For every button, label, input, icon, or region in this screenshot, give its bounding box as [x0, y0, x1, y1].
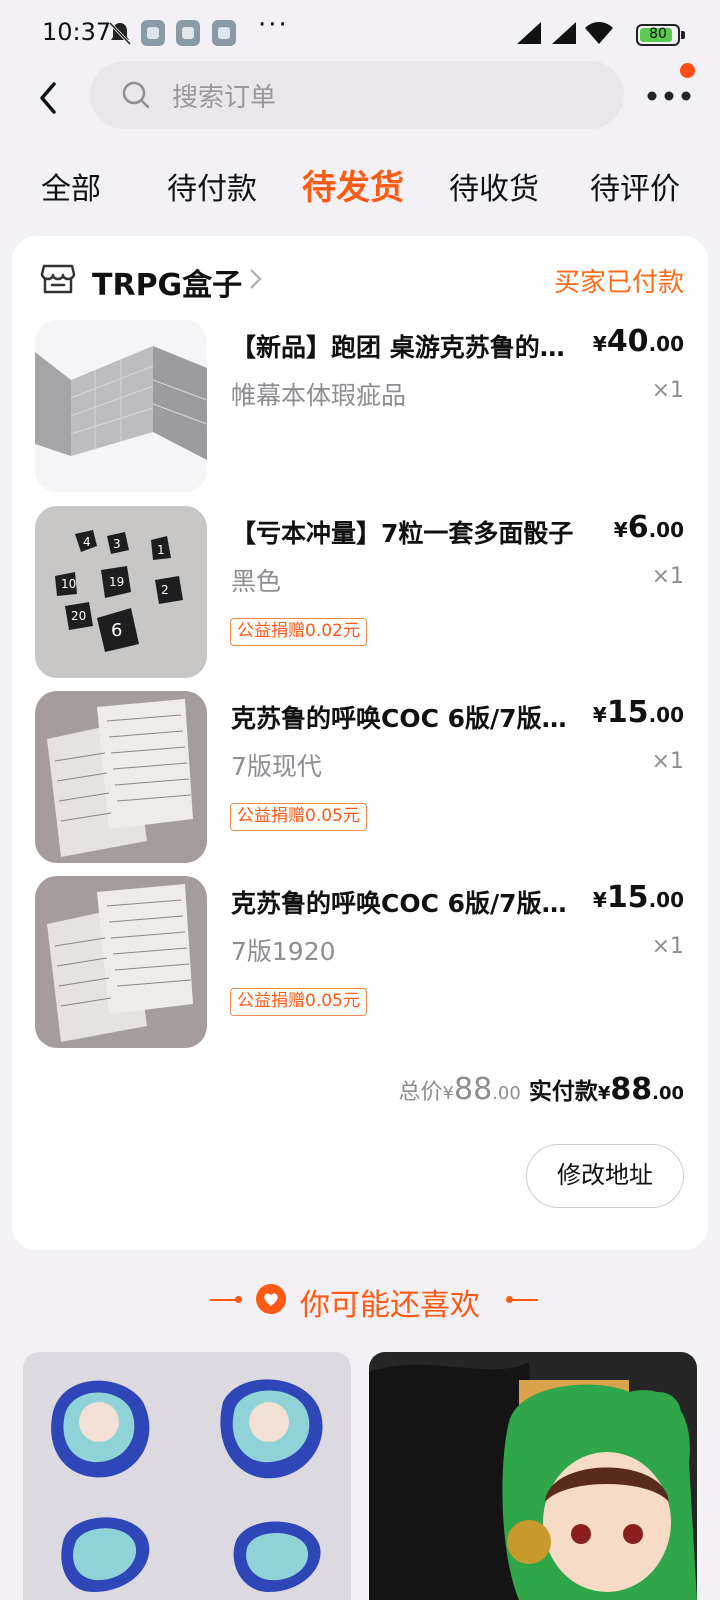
order-item[interactable]: 【新品】跑团 桌游克苏鲁的呼唤 ¥40.00 帷幕本体瑕疵品 ×1 [12, 320, 708, 496]
product-image [35, 691, 207, 863]
back-icon[interactable] [34, 76, 74, 120]
search-icon [122, 81, 150, 109]
paid-amount: 88 [610, 1072, 653, 1107]
decorative-line [506, 1296, 538, 1303]
shop-name[interactable]: TRPG盒子 [92, 260, 242, 304]
paid-currency: ¥ [597, 1083, 611, 1104]
cell-signal-icon [517, 22, 541, 44]
item-variant: 帷幕本体瑕疵品 [231, 381, 407, 410]
order-item[interactable]: 克苏鲁的呼唤COC 6版/7版人物卡 ¥15.00 7版1920 ×1 公益捐赠… [12, 876, 708, 1052]
item-quantity: ×1 [651, 749, 684, 774]
item-quantity: ×1 [651, 934, 684, 959]
more-notifications-icon: ··· [258, 10, 289, 40]
cell-signal-icon [552, 22, 576, 44]
item-title: 【新品】跑团 桌游克苏鲁的呼唤 [231, 333, 587, 362]
item-quantity: ×1 [651, 378, 684, 403]
paid-decimals: .00 [652, 1083, 684, 1104]
app-notification-icon [176, 20, 200, 46]
tab-pending-review[interactable]: 待评价 [590, 164, 680, 208]
svg-text:3: 3 [113, 537, 121, 551]
heart-icon [256, 1284, 286, 1314]
item-price: ¥40.00 [592, 324, 684, 359]
donation-badge: 公益捐赠0.02元 [230, 618, 367, 646]
mute-bell-icon [108, 21, 132, 46]
order-item[interactable]: 4 3 1 10 19 2 20 6 【亏本冲量】7粒一套多面骰子 ¥6.00 黑色 ×1… [12, 506, 708, 682]
search-input[interactable]: 搜索订单 [90, 61, 624, 129]
battery-icon: 80 [636, 24, 685, 46]
item-quantity: ×1 [651, 564, 684, 589]
product-image: 4 3 1 10 19 2 20 6 [35, 506, 207, 678]
item-title: 克苏鲁的呼唤COC 6版/7版人物卡 [231, 704, 587, 733]
battery-level: 80 [649, 26, 667, 42]
item-variant: 黑色 [231, 567, 282, 596]
item-title: 【亏本冲量】7粒一套多面骰子 [231, 519, 574, 548]
recommended-product[interactable] [23, 1352, 351, 1600]
search-placeholder: 搜索订单 [172, 83, 277, 113]
tab-pending-shipment[interactable]: 待发货 [302, 160, 404, 209]
order-card: TRPG盒子 买家已付款 【新品】跑团 桌游克苏鲁的呼唤 ¥40.00 帷幕本体… [12, 236, 708, 1250]
recommendation-header: 你可能还喜欢 [0, 1276, 720, 1324]
total-currency: ¥ [442, 1083, 454, 1104]
item-price: ¥15.00 [592, 695, 684, 730]
order-tabs: 全部 待付款 待发货 待收货 待评价 [0, 156, 720, 212]
notification-dot [680, 63, 695, 78]
item-title: 克苏鲁的呼唤COC 6版/7版人物卡 [231, 889, 587, 918]
tab-all[interactable]: 全部 [41, 164, 101, 208]
tab-pending-receipt[interactable]: 待收货 [449, 164, 539, 208]
total-label: 总价 [398, 1080, 443, 1105]
donation-badge: 公益捐赠0.05元 [230, 988, 367, 1016]
order-item[interactable]: 克苏鲁的呼唤COC 6版/7版人物卡 ¥15.00 7版现代 ×1 公益捐赠0.… [12, 691, 708, 867]
app-notification-icon [141, 20, 165, 46]
svg-text:1: 1 [157, 543, 165, 557]
product-image [35, 876, 207, 1048]
item-variant: 7版现代 [231, 752, 322, 781]
svg-text:6: 6 [111, 620, 122, 641]
svg-text:4: 4 [83, 535, 91, 549]
item-price: ¥6.00 [613, 510, 684, 545]
donation-badge: 公益捐赠0.05元 [230, 803, 367, 831]
item-price: ¥15.00 [592, 880, 684, 915]
tab-pending-payment[interactable]: 待付款 [167, 164, 257, 208]
order-totals: 总价¥88.00 实付款¥88.00 [399, 1072, 684, 1107]
order-status: 买家已付款 [553, 268, 684, 298]
app-notification-icon [212, 20, 236, 46]
shop-icon[interactable] [38, 258, 78, 298]
svg-text:2: 2 [161, 583, 169, 597]
more-options-icon[interactable] [646, 74, 698, 114]
recommended-product[interactable] [369, 1352, 697, 1600]
paid-label: 实付款 [528, 1079, 598, 1105]
modify-address-button[interactable]: 修改地址 [526, 1144, 684, 1208]
chevron-right-icon [250, 269, 262, 289]
status-bar: 10:37 ··· 80 [0, 0, 720, 70]
product-image [35, 320, 207, 492]
wifi-icon [585, 22, 613, 44]
status-time: 10:37 [42, 18, 112, 46]
svg-text:10: 10 [61, 577, 76, 591]
total-decimals: .00 [492, 1083, 521, 1104]
recommendation-title: 你可能还喜欢 [300, 1288, 480, 1323]
svg-text:19: 19 [109, 575, 124, 589]
svg-text:20: 20 [71, 609, 86, 623]
decorative-line [210, 1296, 242, 1303]
total-amount: 88 [454, 1072, 493, 1107]
item-variant: 7版1920 [231, 937, 336, 966]
